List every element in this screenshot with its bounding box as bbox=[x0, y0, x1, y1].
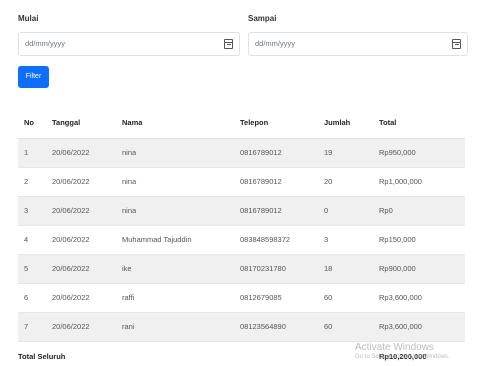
cell-no: 6 bbox=[18, 283, 52, 313]
total-label: Total Seluruh bbox=[18, 351, 66, 361]
watermark-subtitle: Go to Settings to activate Windows. bbox=[355, 354, 450, 360]
header-no: No bbox=[18, 108, 52, 139]
cell-tanggal: 20/06/2022 bbox=[52, 283, 122, 313]
end-date-input[interactable]: dd/mm/yyyy bbox=[248, 32, 468, 56]
activate-windows-watermark: Activate Windows Go to Settings to activ… bbox=[355, 342, 450, 361]
cell-telepon: 08170231780 bbox=[240, 254, 324, 284]
cell-total: Rp0 bbox=[379, 196, 465, 226]
table-row: 3 20/06/2022 nina 0816789012 0 Rp0 bbox=[18, 196, 465, 226]
cell-telepon: 083848598372 bbox=[240, 225, 324, 255]
cell-telepon: 0816789012 bbox=[240, 196, 324, 226]
cell-nama: rani bbox=[122, 312, 240, 342]
end-date-group: Sampai dd/mm/yyyy bbox=[248, 14, 468, 56]
table-header-row: No Tanggal Nama Telepon Jumlah Total bbox=[18, 108, 465, 139]
end-date-label: Sampai bbox=[248, 14, 277, 23]
table-row: 6 20/06/2022 raffi 0812679085 60 Rp3,600… bbox=[18, 283, 465, 313]
cell-telepon: 08123564890 bbox=[240, 312, 324, 342]
cell-total: Rp1,000,000 bbox=[379, 167, 465, 197]
cell-nama: Muhammad Tajuddin bbox=[122, 225, 240, 255]
cell-tanggal: 20/06/2022 bbox=[52, 196, 122, 226]
end-date-placeholder: dd/mm/yyyy bbox=[255, 39, 296, 48]
cell-nama: raffi bbox=[122, 283, 240, 313]
cell-total: Rp950,000 bbox=[379, 138, 465, 168]
start-date-group: Mulai dd/mm/yyyy bbox=[18, 14, 240, 56]
header-jumlah: Jumlah bbox=[324, 108, 379, 139]
header-total: Total bbox=[379, 108, 465, 139]
cell-telepon: 0816789012 bbox=[240, 138, 324, 168]
table-row: 1 20/06/2022 nina 0816789012 19 Rp950,00… bbox=[18, 138, 465, 168]
cell-nama: nina bbox=[122, 196, 240, 226]
cell-telepon: 0812679085 bbox=[240, 283, 324, 313]
cell-jumlah: 60 bbox=[324, 283, 379, 313]
header-nama: Nama bbox=[122, 108, 240, 139]
cell-nama: nina bbox=[122, 138, 240, 168]
cell-total: Rp150,000 bbox=[379, 225, 465, 255]
header-tanggal: Tanggal bbox=[52, 108, 122, 139]
start-date-input[interactable]: dd/mm/yyyy bbox=[18, 32, 240, 56]
cell-tanggal: 20/06/2022 bbox=[52, 138, 122, 168]
filter-button[interactable]: Filter bbox=[18, 66, 49, 88]
date-filter-form: Mulai dd/mm/yyyy Sampai dd/mm/yyyy bbox=[18, 14, 468, 104]
table-row: 7 20/06/2022 rani 08123564890 60 Rp3,600… bbox=[18, 312, 465, 342]
sales-table: No Tanggal Nama Telepon Jumlah Total 1 2… bbox=[18, 108, 465, 366]
cell-jumlah: 3 bbox=[324, 225, 379, 255]
cell-jumlah: 18 bbox=[324, 254, 379, 284]
start-date-placeholder: dd/mm/yyyy bbox=[25, 39, 66, 48]
cell-no: 2 bbox=[18, 167, 52, 197]
cell-no: 5 bbox=[18, 254, 52, 284]
calendar-icon[interactable] bbox=[224, 39, 233, 49]
cell-no: 3 bbox=[18, 196, 52, 226]
cell-total: Rp3,600,000 bbox=[379, 312, 465, 342]
cell-tanggal: 20/06/2022 bbox=[52, 312, 122, 342]
start-date-label: Mulai bbox=[18, 14, 39, 23]
cell-tanggal: 20/06/2022 bbox=[52, 225, 122, 255]
table-row: 4 20/06/2022 Muhammad Tajuddin 083848598… bbox=[18, 225, 465, 255]
watermark-title: Activate Windows bbox=[355, 342, 434, 353]
table-row: 5 20/06/2022 ike 08170231780 18 Rp900,00… bbox=[18, 254, 465, 284]
header-telepon: Telepon bbox=[240, 108, 324, 139]
cell-nama: ike bbox=[122, 254, 240, 284]
cell-jumlah: 20 bbox=[324, 167, 379, 197]
cell-total: Rp3,600,000 bbox=[379, 283, 465, 313]
cell-jumlah: 60 bbox=[324, 312, 379, 342]
cell-telepon: 0816789012 bbox=[240, 167, 324, 197]
cell-tanggal: 20/06/2022 bbox=[52, 254, 122, 284]
cell-tanggal: 20/06/2022 bbox=[52, 167, 122, 197]
cell-nama: nina bbox=[122, 167, 240, 197]
table-row: 2 20/06/2022 nina 0816789012 20 Rp1,000,… bbox=[18, 167, 465, 197]
cell-no: 7 bbox=[18, 312, 52, 342]
cell-jumlah: 19 bbox=[324, 138, 379, 168]
cell-total: Rp900,000 bbox=[379, 254, 465, 284]
cell-no: 1 bbox=[18, 138, 52, 168]
calendar-icon[interactable] bbox=[452, 39, 461, 49]
cell-no: 4 bbox=[18, 225, 52, 255]
cell-jumlah: 0 bbox=[324, 196, 379, 226]
